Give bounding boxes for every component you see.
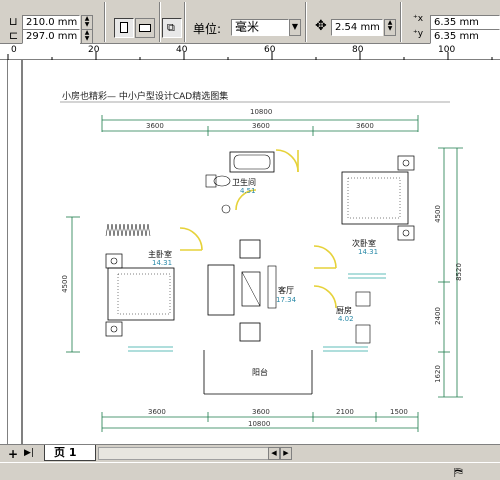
horizontal-scrollbar[interactable] (98, 447, 288, 460)
portrait-button[interactable] (114, 18, 134, 38)
drawing-canvas[interactable]: 小房也精彩— 中小户型设计CAD精选图集 10800 3600 3600 360… (8, 60, 500, 444)
ruler-tick-80: 80 (352, 45, 364, 55)
height-spin-button[interactable]: ▲ ▼ (81, 29, 93, 44)
dim-bottom-1: 3600 (148, 408, 166, 416)
nudge-spin-button[interactable]: ▲ ▼ (384, 19, 396, 36)
dim-bottom-4: 1500 (390, 408, 408, 416)
ruler-tick-60: 60 (264, 45, 276, 55)
dim-top-total: 10800 (250, 108, 273, 116)
page-height-input[interactable]: 297.0 mm (22, 29, 80, 44)
room-bathroom-area: 4.51 (240, 187, 256, 195)
property-bar: ⊔ 210.0 mm ▲ ▼ ⊏ 297.0 mm ▲ ▼ ⧉ 单位: 毫米 ▼ ✥… (0, 0, 500, 44)
room-kitchen-area: 4.02 (338, 315, 354, 323)
ruler-tick-40: 40 (176, 45, 188, 55)
units-label: 单位: (193, 22, 222, 36)
ruler-tick-0: 0 (11, 45, 17, 55)
pages-icon: ⧉ (167, 21, 175, 34)
page-width-input[interactable]: 210.0 mm (22, 15, 80, 30)
ruler-tick-100: 100 (438, 45, 456, 55)
drawing-title: 小房也精彩— 中小户型设计CAD精选图集 (62, 92, 229, 102)
duplicate-y-input[interactable]: 6.35 mm (430, 29, 500, 44)
room-second-area: 14.31 (358, 248, 379, 256)
scroll-left-button[interactable]: ◀ (268, 447, 280, 460)
width-icon: ⊔ (9, 15, 18, 28)
room-balcony-name: 阳台 (252, 368, 268, 377)
tab-page-1[interactable]: 页 1 (44, 445, 96, 461)
duplicate-y-icon: ⁺y (413, 29, 424, 39)
add-page-button[interactable]: + (8, 447, 18, 461)
room-living-area: 17.34 (276, 296, 297, 304)
horizontal-ruler[interactable]: 0 20 40 60 80 100 (0, 44, 500, 60)
dim-bottom-3: 2100 (336, 408, 354, 416)
units-dropdown-button[interactable]: ▼ (289, 19, 301, 36)
page-tab-bar: + ▶| 页 1 ◀ ▶ (0, 444, 500, 462)
vertical-ruler[interactable] (0, 60, 8, 444)
portrait-icon (120, 22, 128, 33)
height-icon: ⊏ (9, 29, 19, 42)
status-bar: ⛿ (0, 462, 500, 480)
dim-left: 4500 (60, 275, 69, 293)
dim-top-3: 3600 (356, 122, 374, 130)
nudge-icon: ✥ (315, 18, 327, 34)
units-select[interactable]: 毫米 (231, 19, 289, 36)
ruler-tick-20: 20 (88, 45, 100, 55)
dim-bottom-2: 3600 (252, 408, 270, 416)
room-living-name: 客厅 (278, 286, 294, 295)
dim-top-2: 3600 (252, 122, 270, 130)
landscape-icon (139, 24, 151, 32)
room-master-area: 14.31 (152, 259, 173, 267)
width-spin-button[interactable]: ▲ ▼ (81, 15, 93, 30)
scroll-right-button[interactable]: ▶ (280, 447, 292, 460)
dim-right-1: 4500 (433, 205, 442, 223)
dim-top-1: 3600 (146, 122, 164, 130)
floor-plan (21, 60, 463, 444)
duplicate-x-icon: ⁺x (413, 14, 424, 24)
dim-bottom-total: 10800 (248, 420, 271, 428)
landscape-button[interactable] (135, 18, 155, 38)
last-page-button[interactable]: ▶| (24, 448, 34, 458)
dim-right-2: 2400 (433, 307, 442, 325)
page-layout-button[interactable]: ⧉ (162, 18, 182, 38)
fill-bucket-icon[interactable]: ⛿ (454, 465, 463, 480)
dim-right-total: 8520 (454, 263, 463, 281)
dim-right-3: 1620 (433, 365, 442, 383)
nudge-distance-input[interactable]: 2.54 mm (331, 19, 383, 36)
duplicate-x-input[interactable]: 6.35 mm (430, 15, 500, 30)
